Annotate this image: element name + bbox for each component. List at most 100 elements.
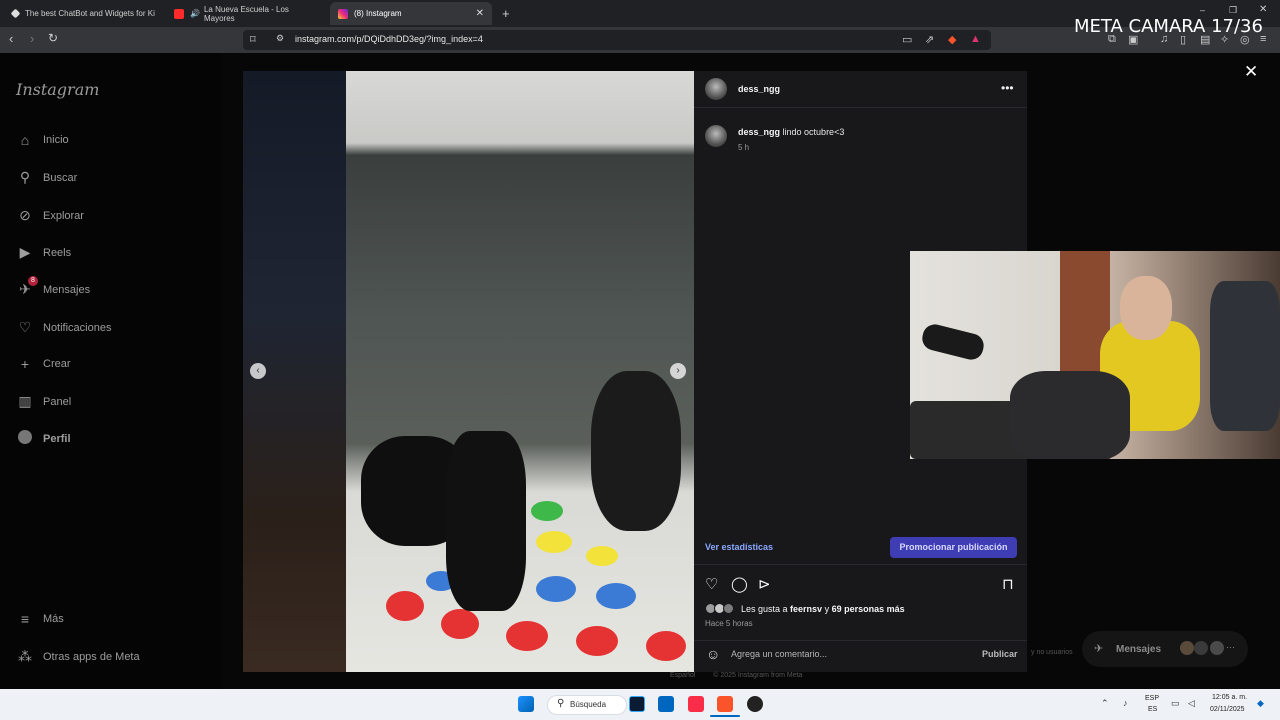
- caption-username[interactable]: dess_ngg: [738, 127, 780, 137]
- speaker-icon: 🔊: [190, 9, 200, 18]
- notification-bell-icon[interactable]: ◆: [1257, 698, 1264, 709]
- sidebar-item-perfil[interactable]: Perfil: [16, 430, 71, 447]
- chat-avatar: [1180, 641, 1194, 655]
- sidebar-item-buscar[interactable]: ⚲ Buscar: [16, 169, 77, 186]
- windows-start-icon[interactable]: [518, 696, 534, 712]
- comment-input[interactable]: [731, 649, 961, 659]
- brave-rewards-icon[interactable]: ▲: [970, 33, 981, 45]
- minimize-icon[interactable]: –: [1200, 5, 1205, 15]
- network-icon[interactable]: ▭: [1171, 698, 1180, 709]
- sidebar-item-mensajes[interactable]: ✈ 8 Mensajes: [16, 276, 90, 298]
- carousel-prev-button[interactable]: ‹: [250, 363, 266, 379]
- cast-icon[interactable]: ▭: [902, 33, 912, 46]
- view-insights-link[interactable]: Ver estadísticas: [705, 542, 773, 552]
- footer-language[interactable]: Español: [670, 672, 695, 679]
- comment-icon[interactable]: ◯: [731, 575, 748, 593]
- camera-overlay-label: META CAMARA 17/36: [1074, 16, 1263, 37]
- new-tab-button[interactable]: +: [494, 2, 514, 25]
- photoshop-icon[interactable]: [629, 696, 645, 712]
- sidebar-item-crear[interactable]: + Crear: [16, 356, 71, 372]
- brave-shield-icon[interactable]: ◆: [948, 33, 956, 46]
- more-options-icon[interactable]: •••: [1001, 81, 1014, 95]
- forward-icon[interactable]: ›: [30, 31, 34, 46]
- avatar-icon: [16, 430, 34, 447]
- close-window-icon[interactable]: ✕: [1259, 4, 1267, 15]
- sidebar-item-label: Perfil: [43, 432, 71, 445]
- tab-youtube[interactable]: 🔊 La Nueva Escuela - Los Mayores: [166, 2, 326, 25]
- diamond-icon: [10, 8, 21, 19]
- sidebar-item-label: Otras apps de Meta: [43, 650, 140, 663]
- author-username[interactable]: dess_ngg: [738, 84, 780, 94]
- caption-avatar[interactable]: [705, 125, 727, 147]
- home-icon: ⌂: [20, 132, 30, 148]
- promote-post-button[interactable]: Promocionar publicación: [890, 537, 1017, 558]
- share-icon[interactable]: ⇗: [925, 33, 934, 46]
- footer-text: y no usuarios: [1031, 649, 1073, 656]
- sidebar-item-label: Reels: [43, 246, 72, 259]
- sidebar-item-reels[interactable]: ▶ Reels: [16, 244, 72, 261]
- sidebar-item-label: Inicio: [43, 134, 69, 146]
- page-footer: Español © 2025 Instagram from Meta: [670, 672, 802, 679]
- divider: [694, 564, 1027, 565]
- notification-badge: 8: [28, 276, 38, 286]
- tab-chatbot[interactable]: The best ChatBot and Widgets for Ki: [4, 2, 164, 25]
- likes-user[interactable]: feernsv: [790, 604, 822, 614]
- sidebar-item-mas[interactable]: ≡ Más: [16, 611, 64, 627]
- sidebar-item-label: Buscar: [43, 171, 78, 184]
- site-info-icon[interactable]: ⚙: [276, 33, 284, 44]
- publish-button[interactable]: Publicar: [982, 649, 1018, 659]
- sidebar-item-label: Panel: [43, 395, 72, 408]
- tab-instagram[interactable]: (8) Instagram ✕: [330, 2, 492, 25]
- volume-icon[interactable]: ◁: [1188, 698, 1195, 709]
- share-icon[interactable]: ⊳: [758, 575, 771, 593]
- like-icon[interactable]: ♡: [705, 575, 718, 593]
- carousel-next-button[interactable]: ›: [670, 363, 686, 379]
- webcam-overlay: [910, 251, 1280, 459]
- tab-title: (8) Instagram: [354, 9, 402, 18]
- messenger-icon: ✈: [1094, 643, 1104, 655]
- likes-prefix: Les gusta a: [741, 604, 791, 614]
- author-avatar[interactable]: [705, 78, 727, 100]
- messages-pill-label: Mensajes: [1116, 644, 1162, 655]
- hamburger-icon: ≡: [20, 611, 30, 627]
- compass-icon: ⊘: [19, 207, 31, 223]
- back-icon[interactable]: ‹: [9, 31, 13, 46]
- instagram-logo[interactable]: Instagram: [16, 80, 99, 99]
- brave-icon[interactable]: [717, 696, 733, 712]
- taskbar-date[interactable]: 02/11/2025: [1210, 706, 1245, 713]
- close-icon[interactable]: ✕: [1244, 62, 1258, 82]
- tab-title: La Nueva Escuela - Los Mayores: [203, 4, 289, 23]
- save-icon[interactable]: ⊓: [1002, 575, 1014, 593]
- search-icon: ⚲: [557, 698, 565, 709]
- tab-title: The best ChatBot and Widgets for Ki: [25, 9, 155, 18]
- sidebar-item-inicio[interactable]: ⌂ Inicio: [16, 132, 69, 148]
- likes-count[interactable]: 69 personas más: [832, 604, 905, 614]
- sidebar-item-panel[interactable]: ▥ Panel: [16, 393, 71, 410]
- restore-icon[interactable]: ❐: [1229, 5, 1237, 16]
- sidebar-item-label: Notificaciones: [43, 321, 112, 334]
- likes-summary[interactable]: Les gusta a feernsv y 69 personas más: [741, 604, 905, 614]
- sidebar-item-label: Crear: [43, 358, 71, 370]
- chat-avatar: [1194, 641, 1208, 655]
- music-icon[interactable]: [688, 696, 704, 712]
- sidebar-item-meta-apps[interactable]: ⁂ Otras apps de Meta: [16, 648, 140, 665]
- likes-mid: y: [822, 604, 832, 614]
- obs-icon[interactable]: [747, 696, 763, 712]
- language-indicator[interactable]: ESP: [1145, 695, 1159, 702]
- microphone-icon[interactable]: ♪: [1123, 698, 1128, 708]
- post-timestamp: Hace 5 horas: [705, 619, 753, 628]
- bookmark-icon[interactable]: ⌑: [250, 33, 256, 46]
- sidebar-item-explorar[interactable]: ⊘ Explorar: [16, 207, 84, 224]
- taskbar-time[interactable]: 12:05 a. m.: [1212, 694, 1247, 701]
- more-chats-icon: ···: [1226, 642, 1235, 652]
- chevron-up-icon[interactable]: ⌃: [1101, 698, 1109, 709]
- divider: [694, 107, 1027, 108]
- caption-text: lindo octubre<3: [782, 127, 845, 137]
- keyboard-layout[interactable]: ES: [1148, 706, 1157, 713]
- store-icon[interactable]: [658, 696, 674, 712]
- sidebar-item-label: Más: [43, 613, 64, 625]
- emoji-icon[interactable]: ☺: [706, 646, 720, 662]
- sidebar-item-notificaciones[interactable]: ♡ Notificaciones: [16, 319, 112, 336]
- close-tab-icon[interactable]: ✕: [476, 8, 484, 19]
- reload-icon[interactable]: ↻: [48, 31, 58, 45]
